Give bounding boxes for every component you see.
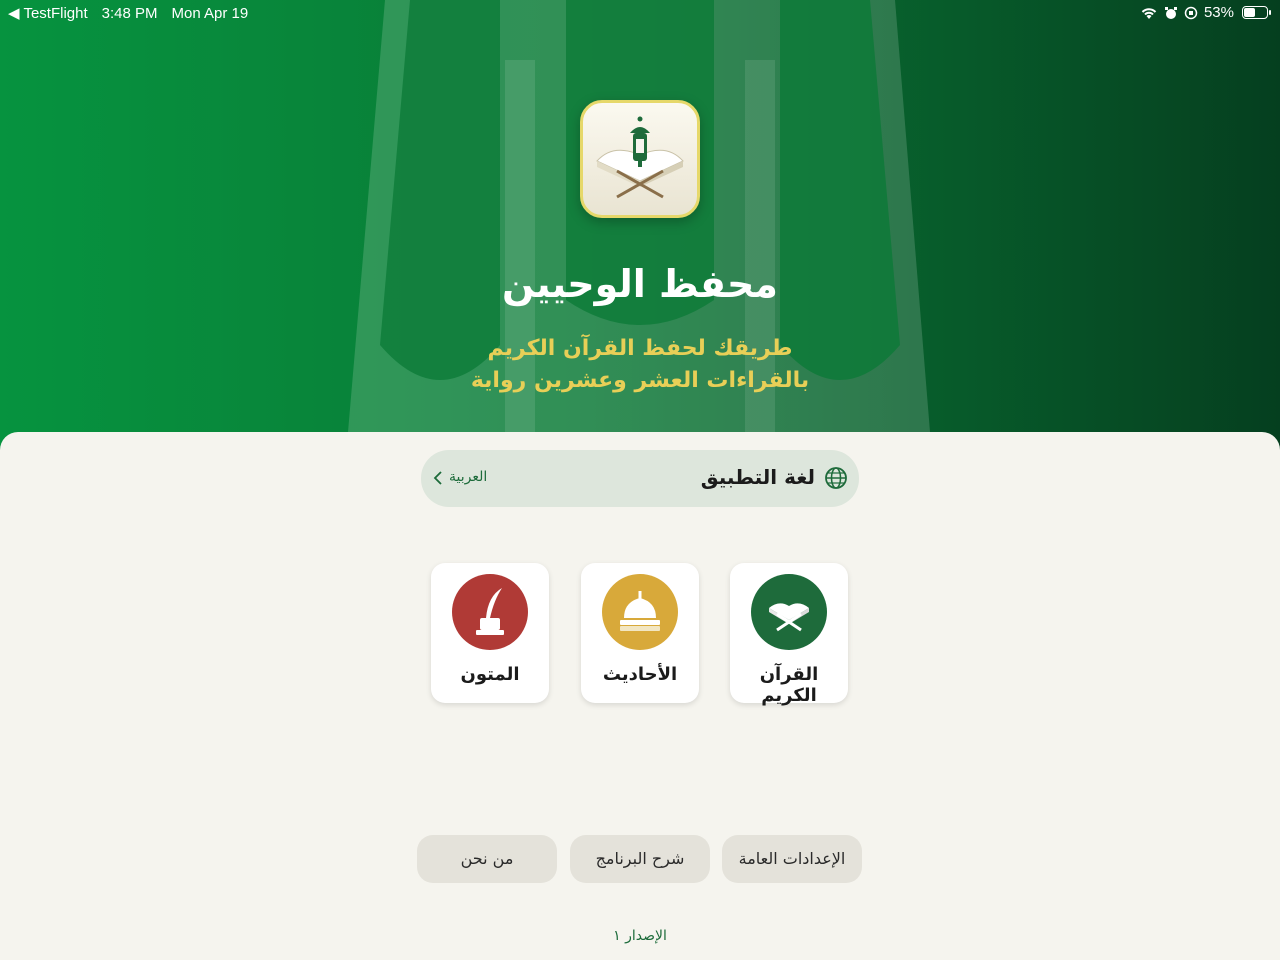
card-quran-label: القرآن الكريم	[759, 664, 819, 706]
about-us-button[interactable]: من نحن	[417, 835, 557, 883]
card-quran[interactable]: القرآن الكريم	[730, 563, 848, 706]
status-time: 3:48 PM	[101, 4, 158, 22]
app-title: محفظ الوحيين	[502, 262, 778, 306]
app-language-selector[interactable]: لغة التطبيق العربية	[421, 450, 859, 507]
orientation-lock-icon	[1184, 6, 1198, 19]
app-logo	[580, 100, 700, 218]
status-bar: ◀ TestFlight 3:48 PM Mon Apr 19 53%	[0, 0, 1280, 26]
back-to-app-link[interactable]: ◀ TestFlight	[8, 4, 88, 22]
version-label: الإصدار ١	[613, 928, 667, 944]
battery-percent: 53%	[1203, 4, 1234, 21]
quran-lantern-icon	[596, 116, 684, 199]
back-app-label: TestFlight	[23, 5, 88, 22]
card-mutun[interactable]: المتون	[431, 563, 549, 703]
general-settings-button[interactable]: الإعدادات العامة	[722, 835, 862, 883]
alarm-icon	[1164, 6, 1177, 19]
quran-icon	[751, 574, 827, 650]
quill-inkwell-icon	[452, 574, 528, 650]
chevron-left-icon	[433, 471, 442, 485]
tagline-line-1: طريقك لحفظ القرآن الكريم	[487, 336, 793, 361]
wifi-icon	[1141, 7, 1157, 19]
battery-icon	[1242, 6, 1271, 19]
card-hadith-label: الأحاديث	[602, 664, 678, 685]
dome-icon	[602, 574, 678, 650]
hero-header: ◀ TestFlight 3:48 PM Mon Apr 19 53% محفظ…	[0, 0, 1280, 460]
app-language-value: العربية	[449, 469, 488, 485]
status-date: Mon Apr 19	[171, 4, 249, 22]
app-language-label: لغة التطبيق	[700, 465, 815, 489]
app-guide-button[interactable]: شرح البرنامج	[570, 835, 710, 883]
card-hadith[interactable]: الأحاديث	[581, 563, 699, 703]
card-mutun-label: المتون	[460, 664, 520, 685]
tagline-line-2: بالقراءات العشر وعشرين رواية	[470, 368, 810, 393]
globe-icon	[825, 467, 847, 489]
